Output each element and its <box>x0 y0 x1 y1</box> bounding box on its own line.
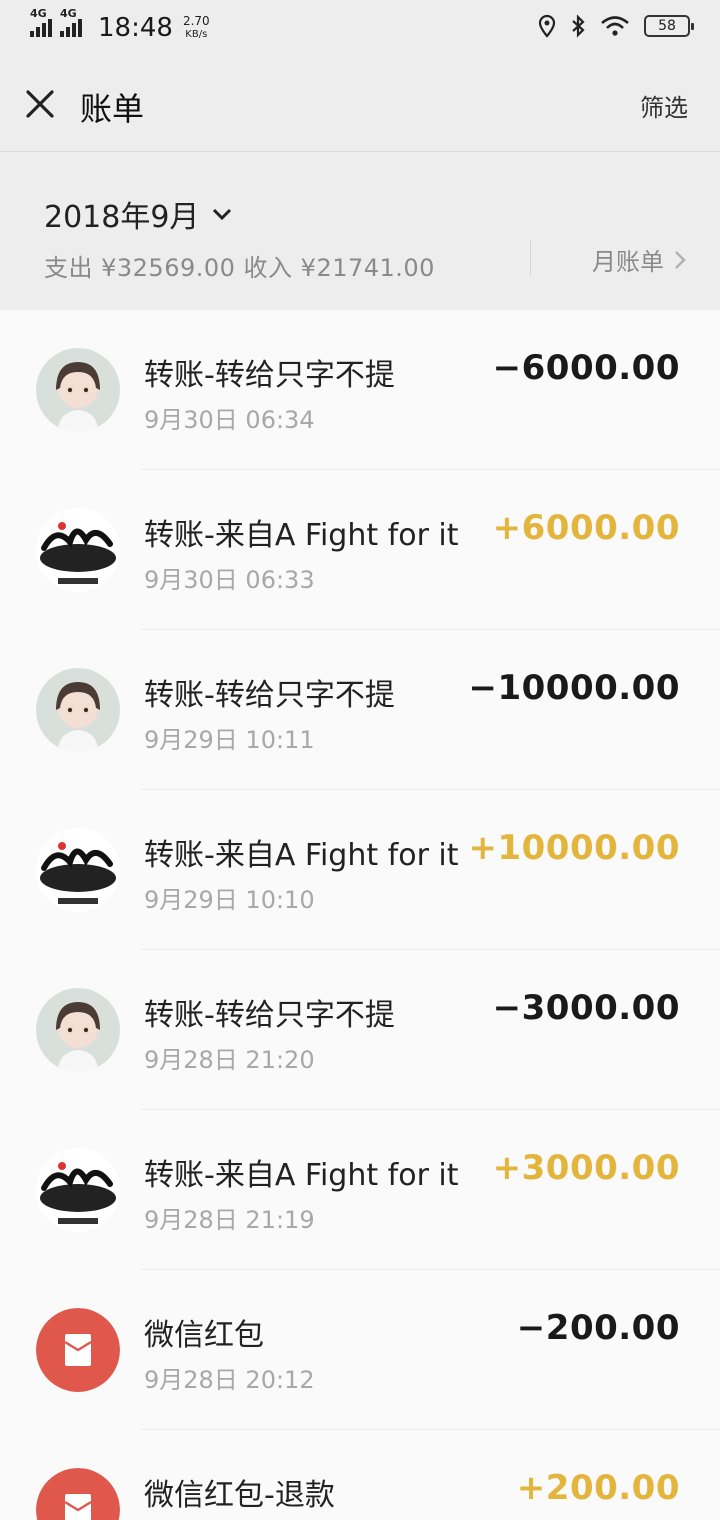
transaction-amount: −10000.00 <box>468 668 680 708</box>
title-bar: 账单 筛选 <box>0 56 720 152</box>
transaction-title: 转账-来自A Fight for it <box>144 838 459 873</box>
transaction-amount: −200.00 <box>516 1308 680 1348</box>
signal-icon: 4G <box>30 7 52 37</box>
transaction-time: 9月30日 06:34 <box>144 406 315 434</box>
filter-button[interactable]: 筛选 <box>640 88 688 123</box>
month-selector[interactable]: 2018年9月 <box>44 192 233 236</box>
bluetooth-icon <box>572 14 585 38</box>
red-packet-icon <box>36 1468 120 1520</box>
close-icon[interactable] <box>22 86 58 122</box>
month-label: 2018年9月 <box>44 200 200 235</box>
avatar <box>36 828 120 912</box>
signal-icon: 4G <box>60 7 82 37</box>
status-bar: 4G 4G 18:48 2.70 KB/s 58 <box>0 0 720 56</box>
transaction-amount: +6000.00 <box>492 508 680 548</box>
avatar <box>36 508 120 592</box>
transaction-time: 9月30日 06:33 <box>144 566 315 594</box>
network-speed: 2.70 KB/s <box>183 15 210 41</box>
transaction-row[interactable]: 转账-转给只字不提 9月28日 21:20 −3000.00 <box>0 950 720 1110</box>
battery-icon: 58 <box>644 15 694 37</box>
transaction-row[interactable]: 微信红包-退款 +200.00 <box>0 1430 720 1520</box>
transaction-row[interactable]: 转账-来自A Fight for it 9月30日 06:33 +6000.00 <box>0 470 720 630</box>
network-speed-value: 2.70 <box>182 14 210 28</box>
transaction-row[interactable]: 转账-来自A Fight for it 9月29日 10:10 +10000.00 <box>0 790 720 950</box>
transaction-title: 转账-来自A Fight for it <box>144 1158 459 1193</box>
transaction-title: 转账-转给只字不提 <box>144 998 395 1033</box>
avatar <box>36 988 120 1072</box>
avatar <box>36 1148 120 1232</box>
chevron-right-icon <box>675 250 686 269</box>
transaction-amount: −3000.00 <box>492 988 680 1028</box>
transaction-list: 转账-转给只字不提 9月30日 06:34 −6000.00 转账-来自A Figh… <box>0 310 720 1520</box>
transaction-row[interactable]: 微信红包 9月28日 20:12 −200.00 <box>0 1270 720 1430</box>
network-type: 4G <box>60 7 77 20</box>
transaction-time: 9月28日 20:12 <box>144 1366 315 1394</box>
transaction-row[interactable]: 转账-来自A Fight for it 9月28日 21:19 +3000.00 <box>0 1110 720 1270</box>
red-packet-icon <box>36 1308 120 1392</box>
monthly-bill-label: 月账单 <box>592 248 664 276</box>
month-totals: 支出 ¥32569.00 收入 ¥21741.00 <box>44 254 435 282</box>
transaction-row[interactable]: 转账-转给只字不提 9月29日 10:11 −10000.00 <box>0 630 720 790</box>
transaction-time: 9月29日 10:10 <box>144 886 315 914</box>
transaction-amount: +3000.00 <box>492 1148 680 1188</box>
avatar <box>36 348 120 432</box>
network-type: 4G <box>30 7 47 20</box>
transaction-amount: −6000.00 <box>492 348 680 388</box>
avatar <box>36 668 120 752</box>
network-speed-unit: KB/s <box>185 29 208 40</box>
transaction-amount: +200.00 <box>516 1468 680 1508</box>
page-title: 账单 <box>80 90 145 128</box>
chevron-down-icon <box>213 208 232 221</box>
clock: 18:48 <box>98 13 173 43</box>
transaction-title: 转账-转给只字不提 <box>144 678 395 713</box>
transaction-title: 转账-来自A Fight for it <box>144 518 459 553</box>
transaction-time: 9月28日 21:20 <box>144 1046 315 1074</box>
monthly-bill-button[interactable]: 月账单 <box>592 242 686 277</box>
month-summary-header: 2018年9月 支出 ¥32569.00 收入 ¥21741.00 月账单 <box>0 152 720 310</box>
transaction-title: 微信红包-退款 <box>144 1478 335 1513</box>
transaction-row[interactable]: 转账-转给只字不提 9月30日 06:34 −6000.00 <box>0 310 720 470</box>
transaction-time: 9月28日 21:19 <box>144 1206 315 1234</box>
transaction-time: 9月29日 10:11 <box>144 726 315 754</box>
transaction-amount: +10000.00 <box>468 828 680 868</box>
location-icon <box>538 14 556 38</box>
divider <box>530 240 531 276</box>
transaction-title: 微信红包 <box>144 1318 264 1353</box>
transaction-title: 转账-转给只字不提 <box>144 358 395 393</box>
wifi-icon <box>601 16 629 36</box>
